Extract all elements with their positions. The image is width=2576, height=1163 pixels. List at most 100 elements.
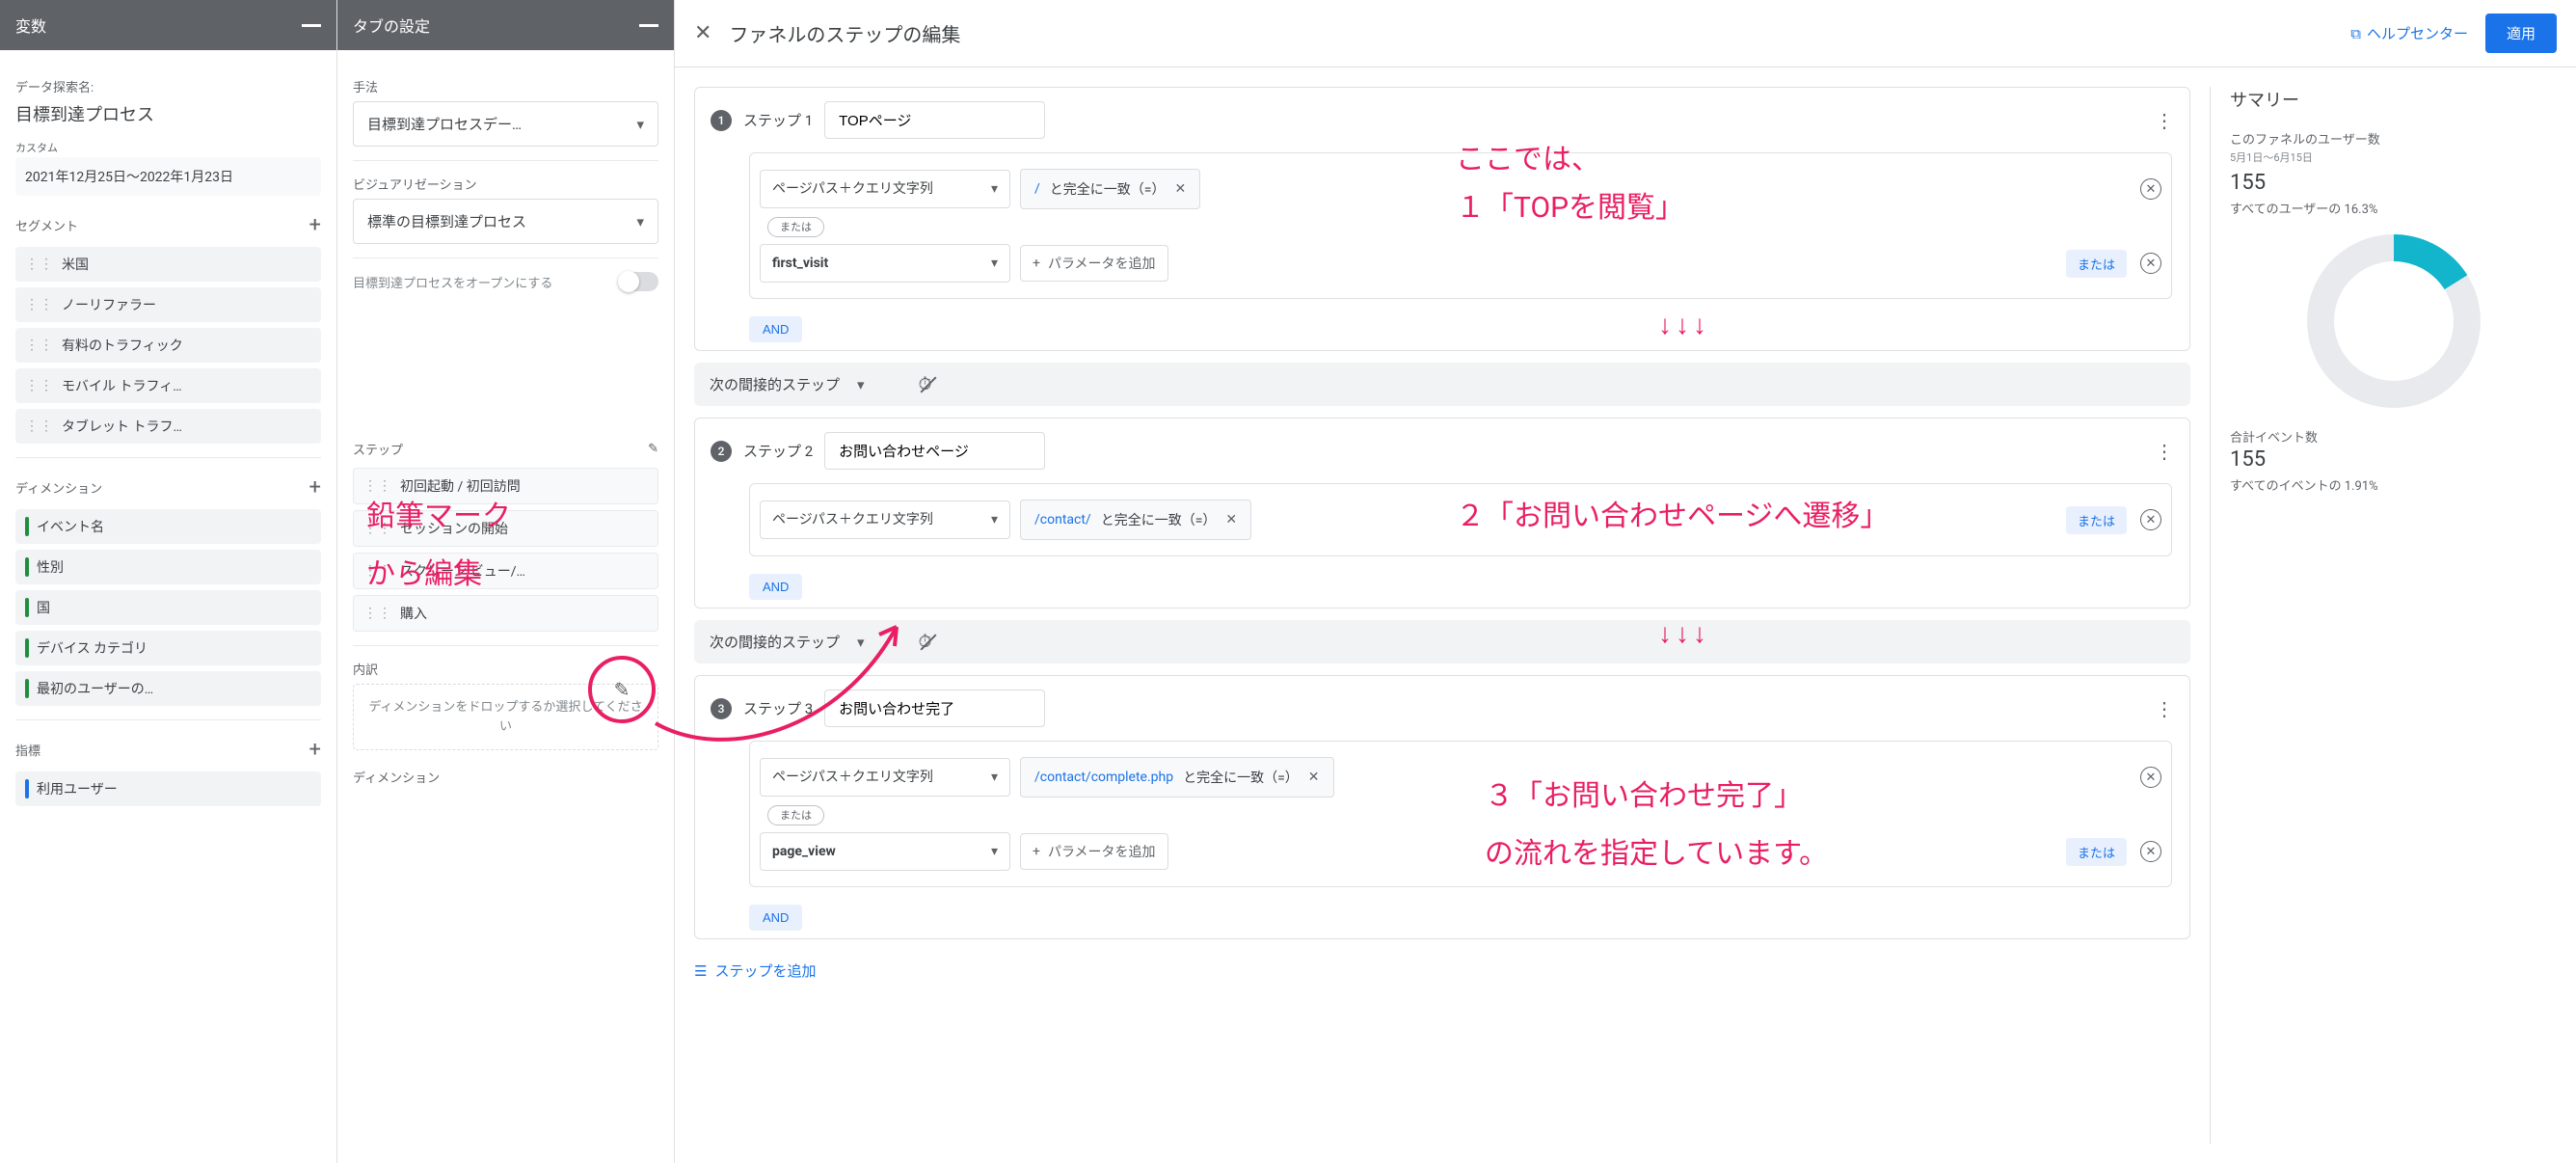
open-funnel-toggle[interactable] [620, 272, 658, 291]
event-select[interactable]: page_view▾ [760, 832, 1010, 871]
add-metric-icon[interactable]: + [309, 738, 321, 762]
or-button[interactable]: または [2066, 838, 2127, 866]
segment-item[interactable]: ⋮⋮有料のトラフィック [15, 328, 321, 363]
and-button[interactable]: AND [749, 574, 802, 600]
or-button[interactable]: または [2066, 506, 2127, 534]
step-label: ステップ 1 [743, 110, 813, 130]
chevron-down-icon: ▾ [636, 213, 644, 230]
steps-header: ステップ [353, 440, 403, 458]
step-chip[interactable]: ⋮⋮購入 [353, 595, 658, 632]
step-chip[interactable]: ⋮⋮スクリーン ビュー/… [353, 553, 658, 589]
add-step-button[interactable]: ☰ ステップを追加 [694, 951, 2190, 990]
collapse-icon[interactable] [302, 24, 321, 27]
remove-condition-icon[interactable]: ✕ [2140, 178, 2161, 200]
visualization-select[interactable]: 標準の目標到達プロセス▾ [353, 199, 658, 244]
variables-header[interactable]: 変数 [0, 0, 336, 50]
annotation-circle: ✎ [588, 656, 656, 723]
date-range-type: カスタム [15, 140, 321, 155]
date-range[interactable]: 2021年12月25日～2022年1月23日 [15, 157, 321, 196]
step-chip[interactable]: ⋮⋮初回起動 / 初回訪問 [353, 468, 658, 504]
segment-item[interactable]: ⋮⋮米国 [15, 247, 321, 282]
dimension-item[interactable]: デバイス カテゴリ [15, 631, 321, 665]
timer-off-icon[interactable]: ⏱ [919, 374, 932, 394]
chevron-down-icon: ▾ [991, 180, 998, 198]
explore-name[interactable]: 目標到達プロセス [15, 101, 321, 126]
summary-events-pct: すべてのイベントの 1.91% [2230, 475, 2557, 494]
dimension-select[interactable]: ページパス＋クエリ文字列▾ [760, 170, 1010, 208]
dimension-select[interactable]: ページパス＋クエリ文字列▾ [760, 500, 1010, 539]
dimension-item[interactable]: イベント名 [15, 509, 321, 544]
summary-users-pct: すべてのユーザーの 16.3% [2230, 199, 2557, 217]
list-icon: ☰ [694, 962, 707, 980]
step-number-badge: 3 [711, 698, 732, 719]
summary-events-label: 合計イベント数 [2230, 427, 2557, 446]
dimensions-header: ディメンション [15, 478, 102, 497]
step-more-icon[interactable]: ⋮ [2155, 697, 2174, 720]
match-condition-chip[interactable]: / と完全に一致（=） ✕ [1020, 169, 1200, 209]
chevron-down-icon: ▾ [991, 511, 998, 528]
segment-item[interactable]: ⋮⋮タブレット トラフ… [15, 409, 321, 444]
summary-donut-chart [2307, 234, 2481, 408]
segment-item[interactable]: ⋮⋮ノーリファラー [15, 287, 321, 322]
summary-events-value: 155 [2230, 447, 2557, 472]
match-condition-chip[interactable]: /contact/ と完全に一致（=） ✕ [1020, 500, 1251, 540]
step-more-icon[interactable]: ⋮ [2155, 109, 2174, 132]
remove-match-icon[interactable]: ✕ [1308, 770, 1320, 785]
metric-item[interactable]: 利用ユーザー [15, 771, 321, 806]
or-button[interactable]: または [2066, 250, 2127, 278]
dimension-item[interactable]: 最初のユーザーの… [15, 671, 321, 706]
chevron-down-icon: ▾ [857, 634, 865, 651]
chevron-down-icon: ▾ [991, 843, 998, 860]
plus-icon: + [1033, 844, 1040, 859]
condition-block: ページパス＋クエリ文字列▾ / と完全に一致（=） ✕ ✕ または [749, 152, 2172, 299]
technique-select[interactable]: 目標到達プロセスデー…▾ [353, 101, 658, 147]
dimension-item[interactable]: 性別 [15, 550, 321, 584]
open-external-icon: ⧉ [2350, 25, 2361, 42]
summary-users-label: このファネルのユーザー数 [2230, 129, 2557, 148]
summary-title: サマリー [2230, 87, 2557, 112]
chevron-down-icon: ▾ [991, 255, 998, 272]
close-icon[interactable]: ✕ [694, 21, 711, 45]
remove-match-icon[interactable]: ✕ [1225, 512, 1237, 527]
pencil-icon: ✎ [614, 678, 631, 701]
add-parameter-button[interactable]: +パラメータを追加 [1020, 245, 1168, 282]
add-parameter-button[interactable]: +パラメータを追加 [1020, 833, 1168, 870]
remove-match-icon[interactable]: ✕ [1174, 181, 1186, 197]
remove-condition-icon[interactable]: ✕ [2140, 841, 2161, 862]
timer-off-icon[interactable]: ⏱ [919, 632, 932, 652]
step-chip[interactable]: ⋮⋮セッションの開始 [353, 510, 658, 547]
and-button[interactable]: AND [749, 316, 802, 342]
and-button[interactable]: AND [749, 905, 802, 931]
condition-block: ページパス＋クエリ文字列▾ /contact/complete.php と完全に… [749, 741, 2172, 887]
step-number-badge: 1 [711, 110, 732, 131]
step-label: ステップ 2 [743, 441, 813, 461]
or-pill: または [767, 805, 824, 825]
or-pill: または [767, 217, 824, 237]
add-dimension-icon[interactable]: + [309, 475, 321, 500]
summary-users-value: 155 [2230, 171, 2557, 195]
segment-item[interactable]: ⋮⋮モバイル トラフィ… [15, 368, 321, 403]
apply-button[interactable]: 適用 [2485, 14, 2557, 53]
between-step-select[interactable]: 次の間接的ステップ ▾ ⏱ [694, 620, 2190, 663]
remove-condition-icon[interactable]: ✕ [2140, 767, 2161, 788]
remove-condition-icon[interactable]: ✕ [2140, 253, 2161, 274]
help-center-link[interactable]: ⧉ ヘルプセンター [2350, 23, 2468, 43]
tab-settings-header[interactable]: タブの設定 [337, 0, 674, 50]
between-step-select[interactable]: 次の間接的ステップ ▾ ⏱ [694, 363, 2190, 406]
step-name-input[interactable] [824, 101, 1045, 139]
step-more-icon[interactable]: ⋮ [2155, 440, 2174, 463]
edit-steps-pencil-icon[interactable]: ✎ [648, 442, 658, 456]
dialog-title: ファネルのステップの編集 [729, 19, 2333, 47]
visualization-label: ビジュアリゼーション [353, 175, 658, 193]
collapse-icon[interactable] [639, 24, 658, 27]
explore-name-label: データ探索名: [15, 77, 321, 95]
step-name-input[interactable] [824, 432, 1045, 470]
dimension-item[interactable]: 国 [15, 590, 321, 625]
step-name-input[interactable] [824, 690, 1045, 727]
add-segment-icon[interactable]: + [309, 213, 321, 237]
match-condition-chip[interactable]: /contact/complete.php と完全に一致（=） ✕ [1020, 757, 1334, 798]
remove-condition-icon[interactable]: ✕ [2140, 509, 2161, 530]
dimension-select[interactable]: ページパス＋クエリ文字列▾ [760, 758, 1010, 797]
event-select[interactable]: first_visit▾ [760, 244, 1010, 283]
plus-icon: + [1033, 256, 1040, 271]
